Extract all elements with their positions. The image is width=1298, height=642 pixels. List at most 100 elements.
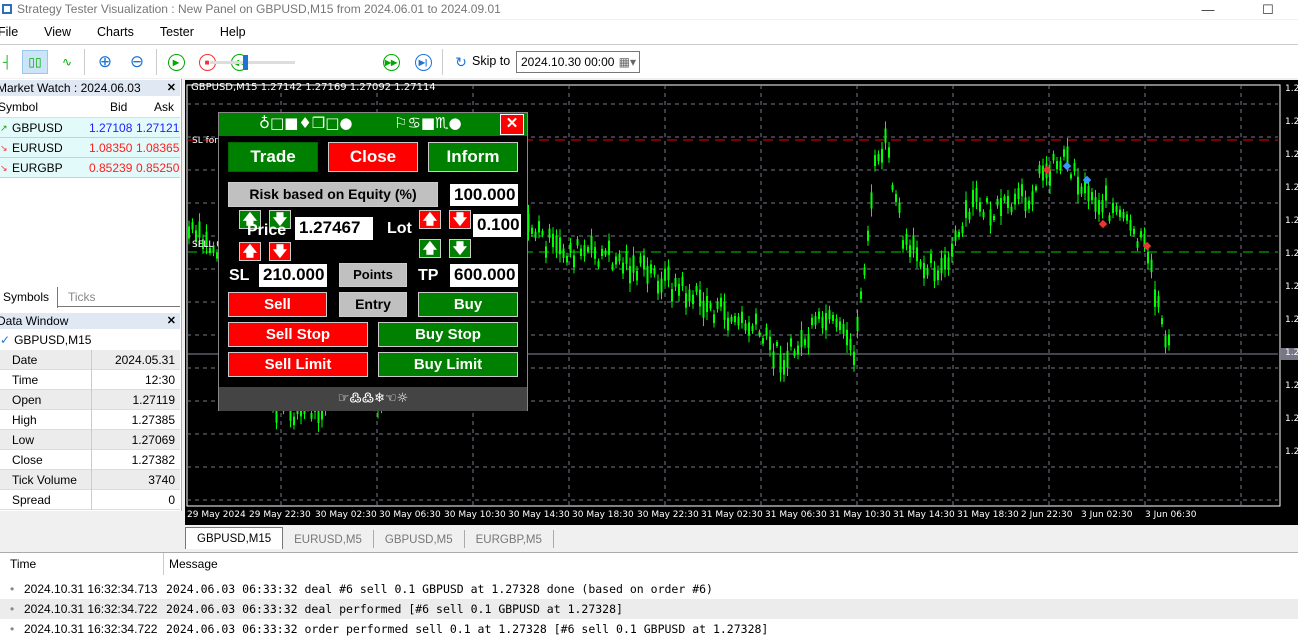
bar-chart-icon[interactable]: ┤ bbox=[0, 50, 20, 74]
log-row[interactable]: • 2024.10.31 16:32:34.722 2024.06.03 06:33… bbox=[0, 599, 1298, 619]
fast-forward-icon[interactable]: ▶▶ bbox=[378, 50, 404, 74]
candle bbox=[1126, 214, 1128, 221]
lot-down-arrow-icon[interactable]: 🡇 bbox=[449, 210, 471, 229]
trade-arrow-marker bbox=[1062, 161, 1072, 171]
candle bbox=[965, 200, 967, 218]
buy-button[interactable]: Buy bbox=[418, 292, 518, 317]
buy-limit-button[interactable]: Buy Limit bbox=[378, 352, 518, 377]
speed-slider[interactable] bbox=[210, 55, 295, 70]
symbol: EURGBP bbox=[12, 161, 63, 175]
candle bbox=[1094, 197, 1097, 212]
log-column-message[interactable]: Message bbox=[169, 557, 218, 571]
menu-help[interactable]: Help bbox=[220, 25, 246, 39]
market-watch-row[interactable]: ↗ GBPUSD 1.27108 1.27121 bbox=[0, 118, 180, 138]
candle bbox=[678, 283, 680, 296]
entry-button[interactable]: Entry bbox=[339, 292, 407, 317]
lot-input[interactable]: 0.100 bbox=[473, 214, 521, 237]
bid: 1.27108 bbox=[89, 121, 133, 135]
log-row[interactable]: • 2024.10.31 16:32:34.713 2024.06.03 06:33… bbox=[0, 579, 1298, 599]
chart-tab[interactable]: EURUSD,M5 bbox=[283, 530, 374, 548]
column-symbol[interactable]: Symbol bbox=[0, 97, 38, 118]
inform-tab-button[interactable]: Inform bbox=[428, 142, 518, 172]
candlestick-chart-icon[interactable]: ▯▯ bbox=[22, 50, 48, 74]
minimize-button[interactable]: — bbox=[1188, 0, 1228, 19]
close-icon[interactable]: ✕ bbox=[167, 313, 176, 329]
skip-icon[interactable]: ↻ bbox=[448, 50, 474, 74]
risk-mode-button[interactable]: Risk based on Equity (%) bbox=[228, 182, 438, 207]
close-tab-button[interactable]: Close bbox=[328, 142, 418, 172]
candle bbox=[797, 345, 799, 355]
chart-tab[interactable]: EURGBP,M5 bbox=[465, 530, 554, 548]
candle bbox=[818, 311, 820, 320]
log-message: 2024.06.03 06:33:32 deal #6 sell 0.1 GBP… bbox=[166, 582, 713, 596]
line-chart-icon[interactable]: ∿ bbox=[54, 50, 80, 74]
skip-date-value: 2024.10.30 00:00 bbox=[521, 55, 615, 69]
trend-down-icon: ↘ bbox=[0, 163, 8, 173]
market-watch-row[interactable]: ↘ EURGBP 0.85239 0.85250 bbox=[0, 158, 180, 178]
panel-close-button[interactable]: ✕ bbox=[500, 114, 524, 135]
menu-tester[interactable]: Tester bbox=[160, 25, 194, 39]
candle bbox=[790, 338, 792, 347]
price-input[interactable]: 1.27467 bbox=[295, 217, 373, 240]
tp-input[interactable]: 600.000 bbox=[450, 264, 518, 287]
maximize-button[interactable]: ☐ bbox=[1248, 0, 1288, 19]
candle bbox=[853, 351, 855, 366]
points-button[interactable]: Points bbox=[339, 263, 407, 287]
time-axis-label: 30 May 18:30 bbox=[572, 510, 634, 520]
sell-stop-button[interactable]: Sell Stop bbox=[228, 322, 368, 347]
tab-symbols[interactable]: Symbols bbox=[0, 287, 58, 308]
ask: 1.08365 bbox=[136, 141, 180, 155]
candle bbox=[807, 333, 810, 348]
buy-stop-button[interactable]: Buy Stop bbox=[378, 322, 518, 347]
log-column-time[interactable]: Time bbox=[10, 557, 36, 571]
zoom-in-icon[interactable]: ⊕ bbox=[92, 50, 118, 74]
menu-view[interactable]: View bbox=[44, 25, 71, 39]
candle bbox=[982, 211, 985, 218]
sl-input[interactable]: 210.000 bbox=[259, 264, 327, 287]
candle bbox=[545, 246, 547, 258]
candle bbox=[814, 316, 817, 325]
panel-footer[interactable]: ☞߷߷❄☜☼ bbox=[219, 387, 527, 411]
log-row[interactable]: • 2024.10.31 16:32:34.722 2024.06.03 06:33… bbox=[0, 619, 1298, 639]
menu-charts[interactable]: Charts bbox=[97, 25, 134, 39]
candle bbox=[926, 267, 929, 276]
calendar-dropdown-icon[interactable]: ▦▾ bbox=[619, 52, 636, 72]
candle bbox=[800, 330, 803, 348]
price-axis-label: 1.2 bbox=[1285, 150, 1298, 160]
menu-file[interactable]: File bbox=[0, 25, 18, 39]
trade-tab-button[interactable]: Trade bbox=[228, 142, 318, 172]
column-ask[interactable]: Ask bbox=[154, 97, 174, 118]
sl-down-arrow-icon[interactable]: 🡇 bbox=[269, 242, 291, 261]
chart-tab[interactable]: GBPUSD,M5 bbox=[374, 530, 465, 548]
candle bbox=[702, 300, 705, 318]
close-icon[interactable]: ✕ bbox=[167, 80, 176, 96]
skip-date-input[interactable]: 2024.10.30 00:00 ▦▾ bbox=[516, 51, 640, 73]
risk-value-input[interactable]: 100.000 bbox=[450, 184, 518, 206]
tab-ticks[interactable]: Ticks bbox=[68, 287, 96, 307]
sell-button[interactable]: Sell bbox=[228, 292, 327, 317]
panel-title-bar[interactable]: ♁□■♦❒□● ⚐♋■♏● ✕ bbox=[219, 113, 527, 136]
skip-end-icon[interactable]: ▶| bbox=[410, 50, 436, 74]
log-time: 2024.10.31 16:32:34.722 bbox=[24, 622, 158, 636]
lot-up-arrow-icon[interactable]: 🡅 bbox=[419, 210, 441, 229]
column-bid[interactable]: Bid bbox=[110, 97, 127, 118]
candle bbox=[1091, 192, 1093, 201]
candle bbox=[664, 268, 666, 281]
slider-thumb[interactable] bbox=[243, 55, 248, 70]
data-window-title: Data Window bbox=[0, 314, 69, 328]
tp-down-arrow-icon[interactable]: 🡇 bbox=[449, 239, 471, 258]
zoom-out-icon[interactable]: ⊖ bbox=[124, 50, 150, 74]
market-watch-row[interactable]: ↘ EURUSD 1.08350 1.08365 bbox=[0, 138, 180, 158]
sl-up-arrow-icon[interactable]: 🡅 bbox=[239, 242, 261, 261]
sell-limit-button[interactable]: Sell Limit bbox=[228, 352, 368, 377]
candle bbox=[541, 230, 544, 236]
data-window-symbol[interactable]: ✓ GBPUSD,M15 bbox=[0, 330, 180, 350]
play-icon[interactable]: ▶ bbox=[163, 50, 189, 74]
candle bbox=[639, 256, 642, 264]
candle bbox=[958, 231, 960, 238]
tp-up-arrow-icon[interactable]: 🡅 bbox=[419, 239, 441, 258]
candle bbox=[961, 225, 964, 234]
candle bbox=[1119, 209, 1121, 218]
chart-tab[interactable]: GBPUSD,M15 bbox=[185, 527, 284, 549]
candle bbox=[888, 147, 890, 158]
